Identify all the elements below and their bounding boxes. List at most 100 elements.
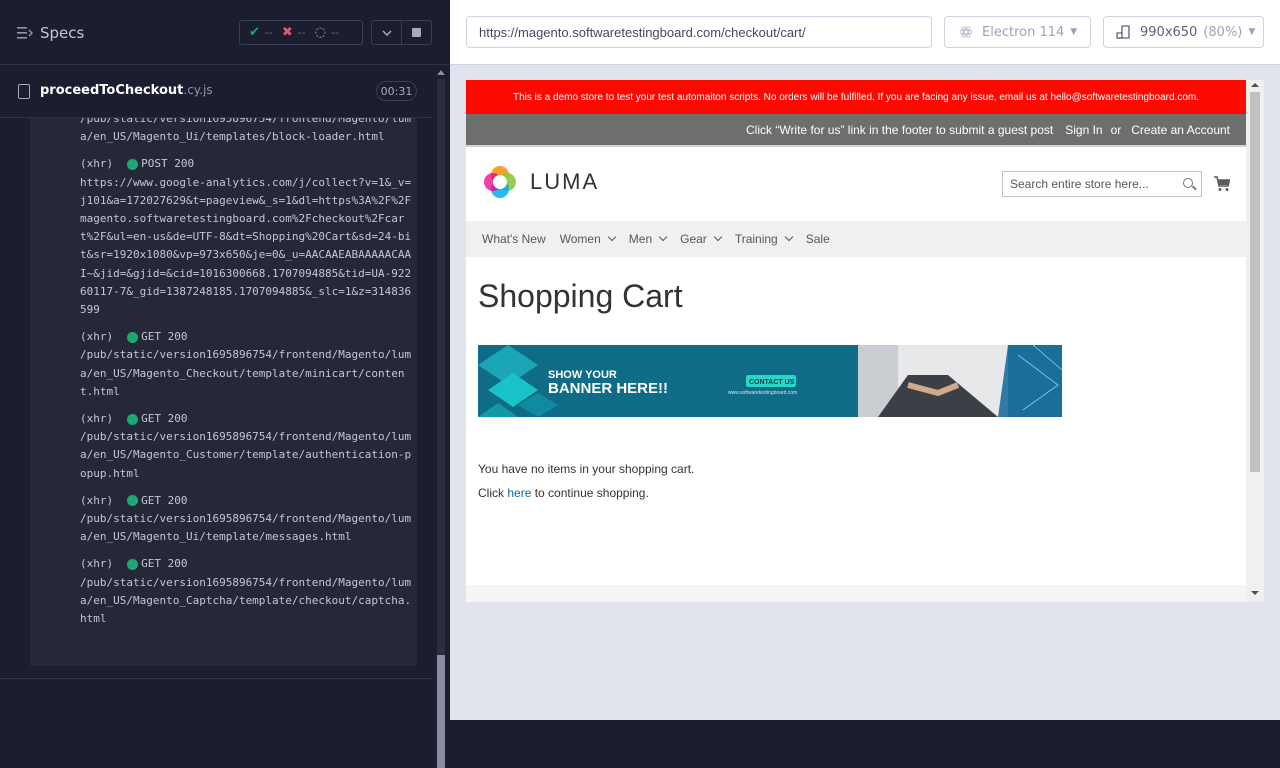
luma-logo[interactable]: LUMA	[482, 164, 599, 200]
request-method: POST 200	[141, 157, 195, 171]
chevron-down-icon	[658, 232, 668, 242]
chevron-down-button[interactable]	[372, 21, 401, 44]
chevron-down-icon	[784, 232, 793, 242]
sign-in-link[interactable]: Sign In	[1065, 123, 1102, 137]
aut-header: https://magento.softwaretestingboard.com…	[450, 0, 1280, 65]
nav-item-sale[interactable]: Sale	[806, 232, 830, 246]
viewport-size: 990x650	[1140, 24, 1198, 40]
scroll-up-icon[interactable]	[1251, 83, 1259, 87]
stop-button[interactable]	[401, 21, 431, 44]
chevron-down-icon	[607, 232, 617, 242]
url-bar[interactable]: https://magento.softwaretestingboard.com…	[466, 16, 932, 48]
viewport-icon	[1116, 25, 1130, 39]
promo-site: www.softwaretestingboard.com	[728, 390, 797, 396]
reporter-scrollbar[interactable]	[433, 65, 449, 768]
search-icon[interactable]	[1183, 178, 1193, 188]
spec-duration: 00:31	[376, 81, 417, 101]
log-entry-head: (xhr) GET 200	[80, 328, 415, 346]
electron-icon	[959, 26, 973, 38]
xhr-tag: (xhr)	[80, 557, 114, 571]
log-entry-head: (xhr) GET 200	[80, 555, 415, 573]
nav-item-what-s-new[interactable]: What's New	[482, 232, 546, 246]
chevron-down-icon: ▼	[1248, 27, 1256, 37]
spec-file-ext: .cy.js	[183, 83, 213, 97]
nav-item-label: Men	[628, 232, 653, 246]
log-entry[interactable]: (xhr) GET 200/pub/static/version169589675…	[80, 328, 415, 401]
iframe-scrollbar[interactable]	[1246, 80, 1264, 602]
request-url: /pub/static/version1695896754/frontend/M…	[80, 575, 412, 626]
log-entry-head: (xhr) GET 200	[80, 410, 415, 428]
continue-suffix: to continue shopping.	[534, 486, 649, 500]
log-entry[interactable]: /pub/static/version1695896754/frontend/M…	[80, 118, 415, 146]
guest-post-note: Click “Write for us” link in the footer …	[746, 122, 1054, 137]
log-entry[interactable]: (xhr) GET 200/pub/static/version169589675…	[80, 555, 415, 628]
iframe-scroll-thumb[interactable]	[1250, 92, 1260, 472]
nav-item-training[interactable]: Training	[734, 232, 793, 246]
promo-banner[interactable]: SHOW YOUR BANNER HERE!! CONTACT US www.s…	[478, 345, 1062, 417]
search-input[interactable]: Search entire store here...	[1002, 171, 1202, 197]
xhr-tag: (xhr)	[80, 493, 114, 507]
nav-item-label: Training	[734, 232, 778, 246]
create-account-link[interactable]: Create an Account	[1131, 123, 1230, 137]
request-method: GET 200	[141, 330, 188, 344]
specs-label[interactable]: Specs	[40, 24, 84, 42]
failed-stat: ✖ --	[282, 25, 306, 40]
reporter-footer	[0, 678, 432, 720]
log-entry-head: (xhr) POST 200	[80, 155, 415, 173]
command-log[interactable]: /pub/static/version1695896754/frontend/M…	[30, 118, 417, 666]
passed-stat: ✔ --	[249, 25, 273, 40]
scroll-down-icon[interactable]	[437, 706, 445, 711]
scroll-thumb[interactable]	[437, 655, 445, 768]
nav-item-gear[interactable]: Gear	[680, 232, 723, 246]
aut-panel: https://magento.softwaretestingboard.com…	[450, 0, 1280, 720]
browser-label: Electron 114	[982, 24, 1065, 40]
page-title: Shopping Cart	[478, 278, 683, 314]
specs-list-icon[interactable]	[17, 26, 33, 40]
page-footer	[466, 585, 1246, 602]
request-method: GET 200	[141, 412, 188, 426]
continue-shopping: Click here to continue shopping.	[478, 486, 649, 500]
logo-text: LUMA	[530, 169, 600, 194]
nav-item-label: Women	[559, 232, 601, 246]
test-stats: ✔ -- ✖ -- ◌ --	[239, 20, 363, 45]
scroll-track[interactable]	[437, 79, 445, 705]
chevron-down-icon	[382, 29, 392, 36]
passed-count: --	[264, 26, 273, 39]
stop-icon	[412, 28, 422, 37]
xhr-tag: (xhr)	[80, 330, 114, 344]
cart-icon[interactable]	[1214, 176, 1230, 192]
xhr-tag: (xhr)	[80, 157, 114, 171]
file-icon	[18, 84, 30, 99]
spinner-icon: ◌	[314, 25, 327, 40]
viewport-selector[interactable]: 990x650 (80%) ▼	[1103, 16, 1264, 48]
nav-item-men[interactable]: Men	[628, 232, 668, 246]
log-lines: /pub/static/version1695896754/frontend/M…	[80, 118, 415, 637]
scroll-down-icon[interactable]	[1251, 591, 1259, 595]
request-url: /pub/static/version1695896754/frontend/M…	[80, 348, 412, 398]
log-entry-head: (xhr) GET 200	[80, 492, 415, 510]
viewport-scale: (80%)	[1203, 24, 1243, 40]
check-icon: ✔	[249, 25, 260, 40]
log-entry[interactable]: (xhr) GET 200/pub/static/version169589675…	[80, 492, 415, 547]
promo-line2: BANNER HERE!!	[548, 380, 668, 397]
log-entry[interactable]: (xhr) GET 200/pub/static/version169589675…	[80, 410, 415, 483]
continue-shopping-link[interactable]: here	[507, 486, 531, 500]
log-entry[interactable]: (xhr) POST 200 https://www.google-analytic…	[80, 155, 415, 319]
browser-selector[interactable]: Electron 114 ▼	[944, 16, 1091, 48]
chevron-down-icon	[713, 232, 723, 242]
demo-notice-banner: This is a demo store to test your test a…	[466, 80, 1246, 114]
request-method: GET 200	[141, 557, 188, 571]
nav-item-label: What's New	[482, 232, 546, 246]
status-dot-icon	[127, 559, 139, 571]
spec-file-name[interactable]: proceedToCheckout.cy.js	[40, 83, 213, 98]
status-dot-icon	[127, 413, 139, 425]
spec-file-row: proceedToCheckout.cy.js 00:31	[0, 65, 432, 118]
scroll-up-icon[interactable]	[437, 70, 445, 75]
nav-item-women[interactable]: Women	[559, 232, 617, 246]
pending-stat: ◌ --	[315, 25, 339, 40]
failed-count: --	[297, 26, 306, 39]
x-icon: ✖	[281, 25, 293, 40]
reporter-header: Specs ✔ -- ✖ -- ◌ --	[0, 0, 450, 65]
request-url: /pub/static/version1695896754/frontend/M…	[80, 430, 412, 480]
status-dot-icon	[127, 495, 139, 507]
